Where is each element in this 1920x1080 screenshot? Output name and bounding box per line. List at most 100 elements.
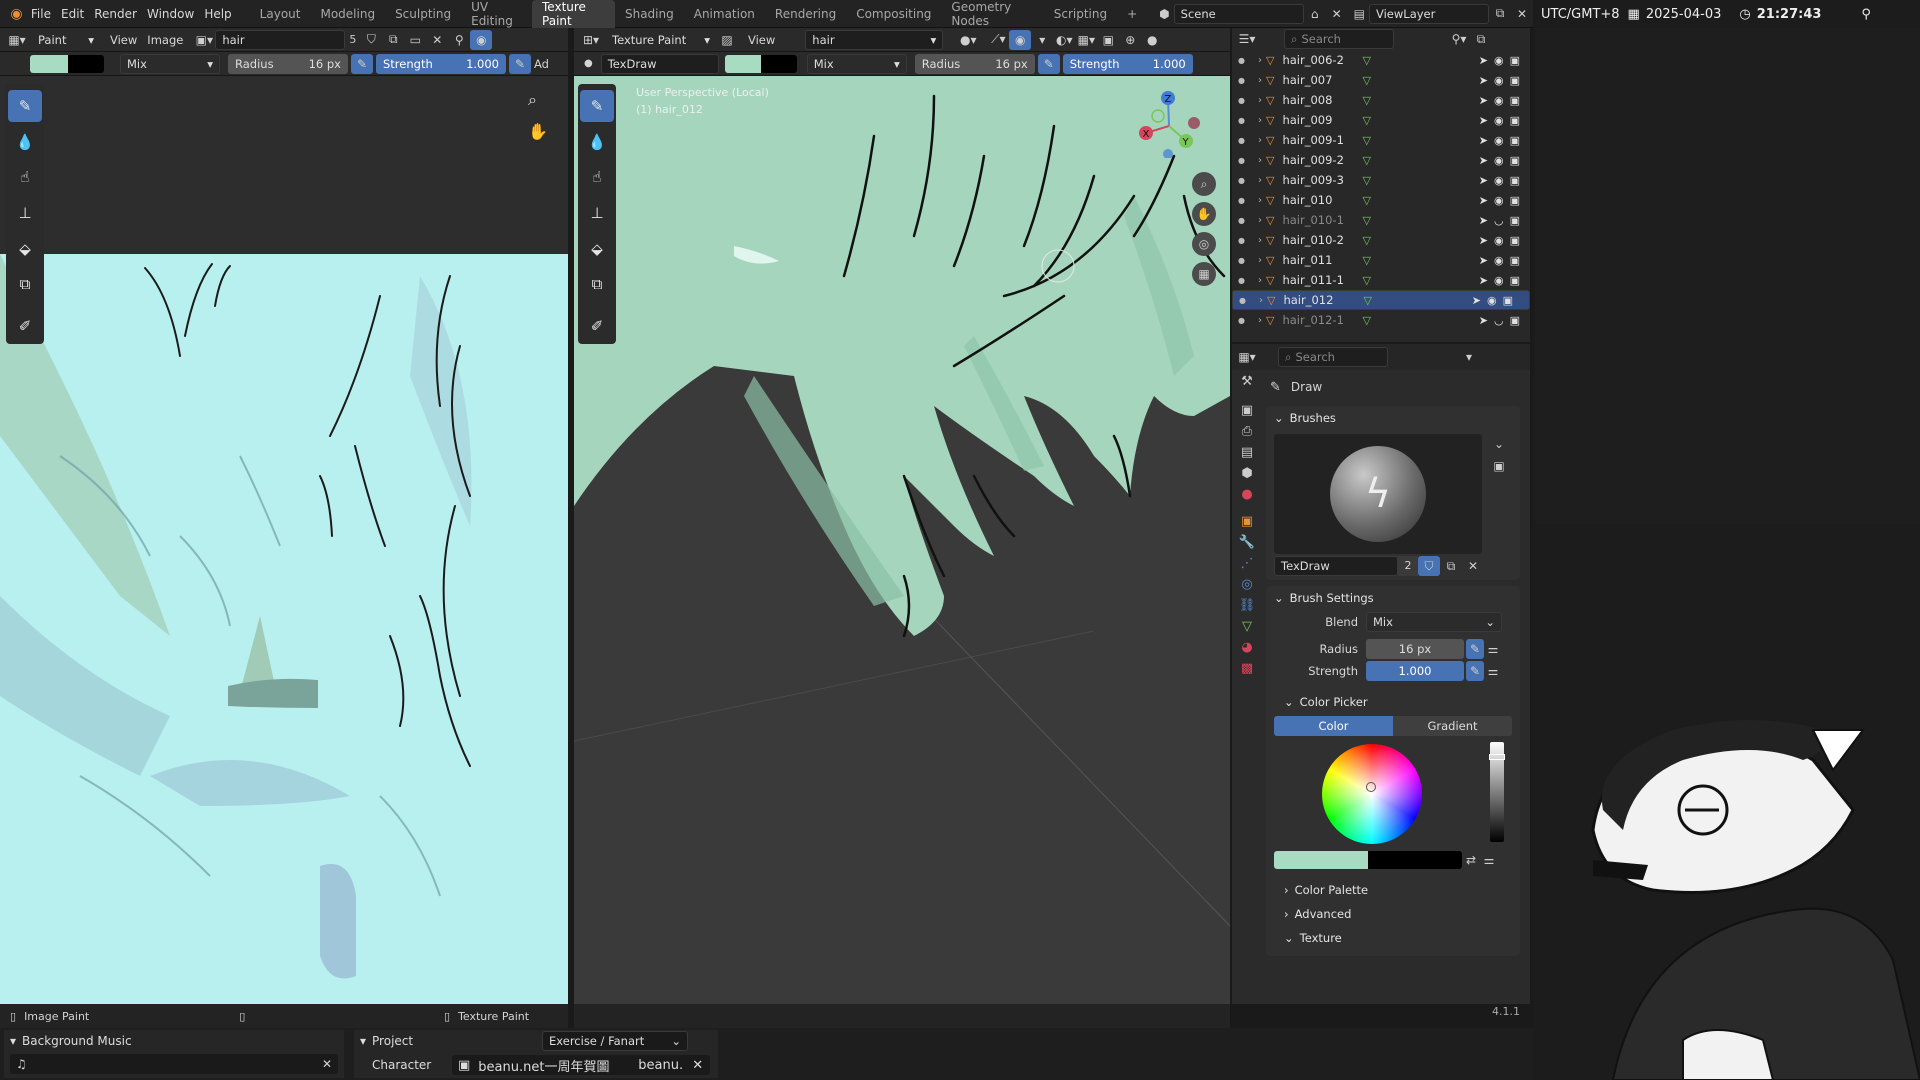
eye-icon[interactable]: ◉ (1494, 94, 1504, 107)
workspace-tab-uv-editing[interactable]: UV Editing (461, 0, 532, 28)
view-layer-name[interactable]: ViewLayer (1369, 3, 1489, 24)
outliner-row[interactable]: ● › ▽ hair_009 ▽ ➤ ◉ ▣ (1232, 110, 1530, 130)
viewport-shading-material-icon[interactable]: ● (1141, 30, 1163, 50)
outliner-object-name[interactable]: hair_010 (1282, 193, 1362, 207)
radius-field[interactable]: 16 px (1366, 639, 1464, 659)
world-tab-icon[interactable]: ● (1241, 487, 1252, 502)
viewport-xray-icon[interactable]: ▣ (1097, 30, 1119, 50)
color-tab[interactable]: Color (1274, 716, 1393, 736)
camera-render-icon[interactable]: ▣ (1510, 194, 1520, 207)
eye-icon[interactable]: ◉ (1494, 274, 1504, 287)
visibility-dot-icon[interactable]: ● (1238, 56, 1258, 65)
image-blend-select[interactable]: Mix ▾ (120, 53, 220, 74)
visibility-dot-icon[interactable]: ● (1238, 216, 1258, 225)
smear-tool-icon[interactable]: ☝ (8, 161, 42, 193)
selectable-icon[interactable]: ➤ (1479, 214, 1488, 227)
strength-pressure-icon[interactable]: ✎ (1466, 661, 1484, 681)
mesh-data-icon[interactable]: ▽ (1362, 254, 1370, 267)
outliner-row[interactable]: ● › ▽ hair_008 ▽ ➤ ◉ ▣ (1232, 90, 1530, 110)
visibility-dot-icon[interactable]: ● (1238, 176, 1258, 185)
image-strength-pressure-icon[interactable]: ✎ (509, 53, 531, 74)
value-slider[interactable] (1489, 742, 1505, 842)
clone-tool-icon[interactable]: ⊥ (8, 197, 42, 229)
project-collapse-icon[interactable]: ▾ (360, 1034, 366, 1048)
workspace-tab-shading[interactable]: Shading (615, 0, 684, 28)
image-image-menu[interactable]: Image (147, 26, 183, 54)
scene-name[interactable]: Scene (1173, 3, 1304, 24)
scene-selector[interactable]: ⬢ Scene ⌂ ✕ (1159, 3, 1347, 24)
image-editor-canvas[interactable]: ✎ 💧 ☝ ⊥ ⬙ ⧉ ✐ ⌕ ✋ (0, 76, 568, 1004)
viewport-gizmo-toggle-icon[interactable]: ▾ (1031, 30, 1053, 50)
viewport-pan-icon[interactable]: ✋ (1192, 202, 1216, 226)
add-workspace-button[interactable]: + (1117, 0, 1147, 28)
outliner-object-name[interactable]: hair_011 (1282, 253, 1362, 267)
mesh-data-icon[interactable]: ▽ (1362, 54, 1370, 67)
workspace-tab-scripting[interactable]: Scripting (1044, 0, 1117, 28)
expand-arrow-icon[interactable]: › (1258, 135, 1262, 146)
outliner-object-name[interactable]: hair_006-2 (1282, 53, 1362, 67)
object-tab-icon[interactable]: ▣ (1241, 514, 1253, 529)
eye-icon[interactable]: ◉ (1494, 154, 1504, 167)
eye-icon[interactable]: ◉ (1494, 74, 1504, 87)
camera-render-icon[interactable]: ▣ (1510, 174, 1520, 187)
brush-name-field[interactable]: TexDraw (1274, 556, 1398, 576)
outliner-row[interactable]: ● › ▽ hair_009-1 ▽ ➤ ◉ ▣ (1232, 130, 1530, 150)
expand-arrow-icon[interactable]: › (1258, 235, 1262, 246)
visibility-dot-icon[interactable]: ● (1238, 136, 1258, 145)
visibility-dot-icon[interactable]: ● (1238, 236, 1258, 245)
texture-header[interactable]: ⌄ Texture (1266, 926, 1520, 950)
image-radius-field[interactable]: Radius 16 px (228, 53, 348, 74)
expand-arrow-icon[interactable]: › (1258, 95, 1262, 106)
outliner-object-name[interactable]: hair_012 (1283, 293, 1363, 307)
eye-icon[interactable]: ◉ (1494, 194, 1504, 207)
menu-window[interactable]: Window (147, 0, 194, 28)
brush-unlink-icon[interactable]: ✕ (1462, 556, 1484, 576)
image-advanced-truncated[interactable]: Ad (534, 57, 549, 71)
workspace-tab-layout[interactable]: Layout (250, 0, 311, 28)
open-image-icon[interactable]: ▭ (404, 30, 426, 50)
output-tab-icon[interactable]: ⎙ (1242, 424, 1252, 439)
pan-hand-icon[interactable]: ✋ (528, 122, 548, 141)
camera-render-icon[interactable]: ▣ (1510, 94, 1520, 107)
expand-arrow-icon[interactable]: › (1259, 295, 1263, 306)
eye-icon[interactable]: ◉ (1487, 294, 1497, 307)
pin-image-icon[interactable]: ⚲ (448, 30, 470, 50)
menu-help[interactable]: Help (204, 0, 231, 28)
visibility-dot-icon[interactable]: ● (1238, 256, 1258, 265)
outliner-object-name[interactable]: hair_009-3 (1282, 173, 1362, 187)
image-secondary-color-swatch[interactable] (68, 54, 104, 73)
music-clear-icon[interactable]: ✕ (322, 1057, 332, 1071)
outliner-object-name[interactable]: hair_010-1 (1282, 213, 1362, 227)
unlink-image-icon[interactable]: ✕ (426, 30, 448, 50)
eye-icon[interactable]: ◉ (1494, 174, 1504, 187)
visibility-dot-icon[interactable]: ● (1238, 196, 1258, 205)
viewport-primary-color-swatch[interactable] (724, 54, 761, 73)
mesh-data-icon[interactable]: ▽ (1362, 94, 1370, 107)
color-wheel[interactable] (1322, 744, 1422, 844)
value-slider-handle[interactable] (1489, 754, 1505, 760)
selectable-icon[interactable]: ➤ (1479, 74, 1488, 87)
camera-render-icon[interactable]: ▣ (1510, 254, 1520, 267)
eye-icon[interactable]: ◡ (1494, 214, 1504, 227)
expand-arrow-icon[interactable]: › (1258, 115, 1262, 126)
camera-render-icon[interactable]: ▣ (1510, 314, 1520, 327)
mask-tool-icon[interactable]: ⧉ (8, 269, 42, 301)
selectable-icon[interactable]: ➤ (1472, 294, 1481, 307)
3d-viewport[interactable]: User Perspective (Local) (1) hair_012 ✎ … (574, 76, 1230, 1004)
outliner-object-name[interactable]: hair_012-1 (1282, 313, 1362, 327)
modifier-tab-icon[interactable]: 🔧 (1239, 535, 1255, 550)
camera-render-icon[interactable]: ▣ (1510, 274, 1520, 287)
image-name-field[interactable]: hair (215, 29, 346, 50)
outliner-row[interactable]: ● › ▽ hair_011 ▽ ➤ ◉ ▣ (1232, 250, 1530, 270)
mesh-data-icon[interactable]: ▽ (1362, 174, 1370, 187)
outliner-row[interactable]: ● › ▽ hair_010-1 ▽ ➤ ◡ ▣ (1232, 210, 1530, 230)
viewport-mirror-icon[interactable]: ◉ (1009, 29, 1032, 50)
menu-render[interactable]: Render (94, 0, 137, 28)
gradient-tab[interactable]: Gradient (1393, 716, 1512, 736)
fill-tool-icon[interactable]: ⬙ (8, 233, 42, 265)
visibility-dot-icon[interactable]: ● (1238, 316, 1258, 325)
selectable-icon[interactable]: ➤ (1479, 94, 1488, 107)
camera-render-icon[interactable]: ▣ (1510, 214, 1520, 227)
mesh-data-icon[interactable]: ▽ (1362, 214, 1370, 227)
mesh-data-icon[interactable]: ▽ (1362, 234, 1370, 247)
